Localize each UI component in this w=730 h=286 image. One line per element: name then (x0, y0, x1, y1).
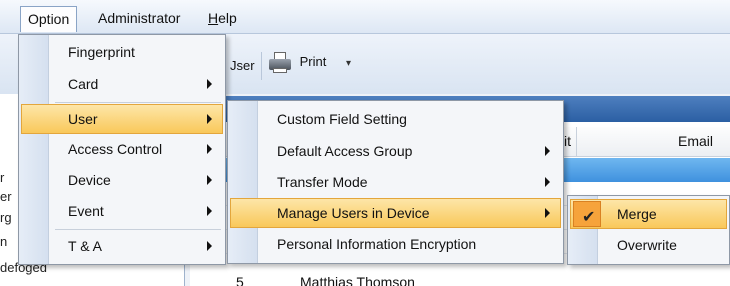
left-pane-text: er (0, 189, 12, 204)
submenu-arrow-icon (545, 177, 550, 187)
menu-item-label: T & A (68, 238, 102, 254)
submenu-arrow-icon (207, 114, 212, 124)
left-pane-text: r (0, 170, 5, 185)
submenu-arrow-icon (207, 175, 212, 185)
menu-item-label: Manage Users in Device (277, 205, 430, 221)
user-item-transfer-mode[interactable]: Transfer Mode (230, 167, 561, 197)
menu-help-mnemonic: H (208, 10, 219, 26)
menu-item-label: Personal Information Encryption (277, 236, 477, 252)
menu-item-label: Transfer Mode (277, 174, 368, 190)
menu-item-label: Default Access Group (277, 143, 413, 159)
submenu-arrow-icon (207, 241, 212, 251)
menu-administrator-label: Administrator (98, 10, 181, 26)
user-toolbar-button[interactable]: Jser (224, 52, 262, 80)
table-cell-name: Matthias Thomson (300, 274, 415, 286)
print-toolbar-label: Print (299, 54, 327, 69)
grid-header-email[interactable]: Email (678, 133, 713, 149)
menu-item-label: Device (68, 172, 111, 188)
menu-option[interactable]: Option (20, 6, 78, 32)
menu-item-label: Overwrite (617, 237, 677, 253)
left-pane-text: n (0, 234, 8, 249)
option-item-access-control[interactable]: Access Control (21, 134, 223, 164)
menu-item-label: Custom Field Setting (277, 111, 407, 127)
submenu-arrow-icon (207, 79, 212, 89)
menu-item-label: User (68, 111, 98, 127)
manage-users-submenu: ✔ Merge Overwrite (567, 195, 730, 265)
option-menu: Fingerprint Card User Access Control Dev… (18, 34, 226, 265)
submenu-arrow-icon (545, 146, 550, 156)
menu-item-label: Event (68, 203, 104, 219)
grid-header-cell[interactable]: it (564, 133, 571, 149)
printer-icon (268, 51, 292, 74)
manage-item-merge[interactable]: ✔ Merge (570, 199, 727, 229)
menu-help[interactable]: Help (201, 6, 244, 32)
option-item-card[interactable]: Card (21, 69, 223, 99)
user-toolbar-label: Jser (230, 58, 255, 73)
checkmark-icon: ✔ (582, 209, 596, 226)
menu-item-label: Card (68, 76, 99, 92)
menubar: Option Administrator Help (0, 0, 730, 34)
menu-help-label: elp (218, 10, 237, 26)
option-item-user[interactable]: User (21, 104, 223, 134)
user-submenu: Custom Field Setting Default Access Grou… (227, 100, 564, 264)
option-item-device[interactable]: Device (21, 165, 223, 195)
user-item-personal-information-encryption[interactable]: Personal Information Encryption (230, 229, 561, 259)
checked-indicator: ✔ (573, 201, 601, 227)
left-pane-text: rg (0, 210, 12, 225)
table-cell-number: 5 (236, 274, 244, 286)
submenu-arrow-icon (207, 144, 212, 154)
user-item-default-access-group[interactable]: Default Access Group (230, 136, 561, 166)
submenu-arrow-icon (545, 208, 550, 218)
menu-item-label: Access Control (68, 141, 163, 157)
menu-administrator[interactable]: Administrator (91, 6, 187, 32)
submenu-arrow-icon (207, 206, 212, 216)
menu-option-label: Option (28, 11, 70, 27)
option-item-event[interactable]: Event (21, 196, 223, 226)
option-item-fingerprint[interactable]: Fingerprint (21, 37, 223, 67)
menu-item-label: Merge (617, 206, 657, 222)
user-item-manage-users-in-device[interactable]: Manage Users in Device (230, 198, 561, 228)
toolbar-overflow-icon[interactable]: ▾ (346, 58, 351, 69)
option-item-t-and-a[interactable]: T & A (21, 231, 223, 261)
manage-item-overwrite[interactable]: Overwrite (570, 230, 727, 260)
menu-item-label: Fingerprint (68, 44, 135, 60)
user-item-custom-field-setting[interactable]: Custom Field Setting (230, 104, 561, 134)
